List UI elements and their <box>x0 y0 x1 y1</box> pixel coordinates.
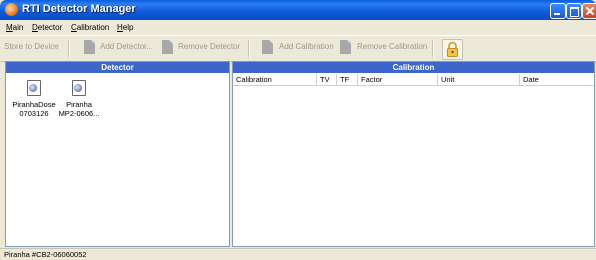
toolbar-separator <box>248 40 250 57</box>
calibration-panel-header: Calibration <box>233 62 594 73</box>
column-header-factor[interactable]: Factor <box>358 74 438 85</box>
add-calibration-button[interactable]: Add Calibration <box>279 42 334 51</box>
menu-detector[interactable]: Detector <box>32 23 62 32</box>
close-button[interactable] <box>582 3 596 19</box>
column-header-tf[interactable]: TF <box>337 74 358 85</box>
detector-icon <box>72 80 86 96</box>
remove-detector-button[interactable]: Remove Detector <box>178 42 240 51</box>
column-header-calibration[interactable]: Calibration <box>233 74 317 85</box>
remove-calibration-button[interactable]: Remove Calibration <box>357 42 427 51</box>
column-header-tv[interactable]: TV <box>317 74 337 85</box>
toolbar-separator <box>68 40 70 57</box>
maximize-button[interactable] <box>566 3 582 19</box>
window-title: RTI Detector Manager <box>22 3 136 15</box>
status-text: Piranha #CB2-06060052 <box>4 250 87 259</box>
minimize-button[interactable] <box>550 3 566 19</box>
store-to-device-button[interactable]: Store to Device <box>4 42 59 51</box>
add-calibration-icon <box>262 40 273 54</box>
menu-help[interactable]: Help <box>117 23 133 32</box>
app-icon <box>5 3 18 16</box>
remove-detector-icon <box>162 40 173 54</box>
toolbar-separator <box>432 40 434 57</box>
detector-item-serial: MP2-0606... <box>58 109 100 118</box>
title-bar: RTI Detector Manager <box>0 0 596 20</box>
detector-panel: Detector PiranhaDose 0703126 Piranha MP2… <box>5 61 230 247</box>
menu-main[interactable]: Main <box>6 23 23 32</box>
menu-calibration[interactable]: Calibration <box>71 23 109 32</box>
add-detector-button[interactable]: Add Detector... <box>100 42 153 51</box>
detector-panel-header: Detector <box>6 62 229 73</box>
column-header-unit[interactable]: Unit <box>438 74 520 85</box>
toolbar: Store to Device Add Detector... Remove D… <box>0 35 596 62</box>
column-header-date[interactable]: Date <box>520 74 594 85</box>
lock-icon <box>447 41 458 57</box>
status-bar: Piranha #CB2-06060052 <box>0 248 596 260</box>
detector-icon <box>27 80 41 96</box>
lock-button[interactable] <box>442 39 463 60</box>
add-detector-icon <box>84 40 95 54</box>
menu-bar: Main Detector Calibration Help <box>0 21 596 34</box>
remove-calibration-icon <box>340 40 351 54</box>
detector-item-name: Piranha <box>66 100 92 109</box>
detector-item[interactable]: Piranha MP2-0606... <box>51 80 107 118</box>
calibration-panel: Calibration Calibration TV TF Factor Uni… <box>232 61 595 247</box>
header-divider <box>233 85 594 86</box>
